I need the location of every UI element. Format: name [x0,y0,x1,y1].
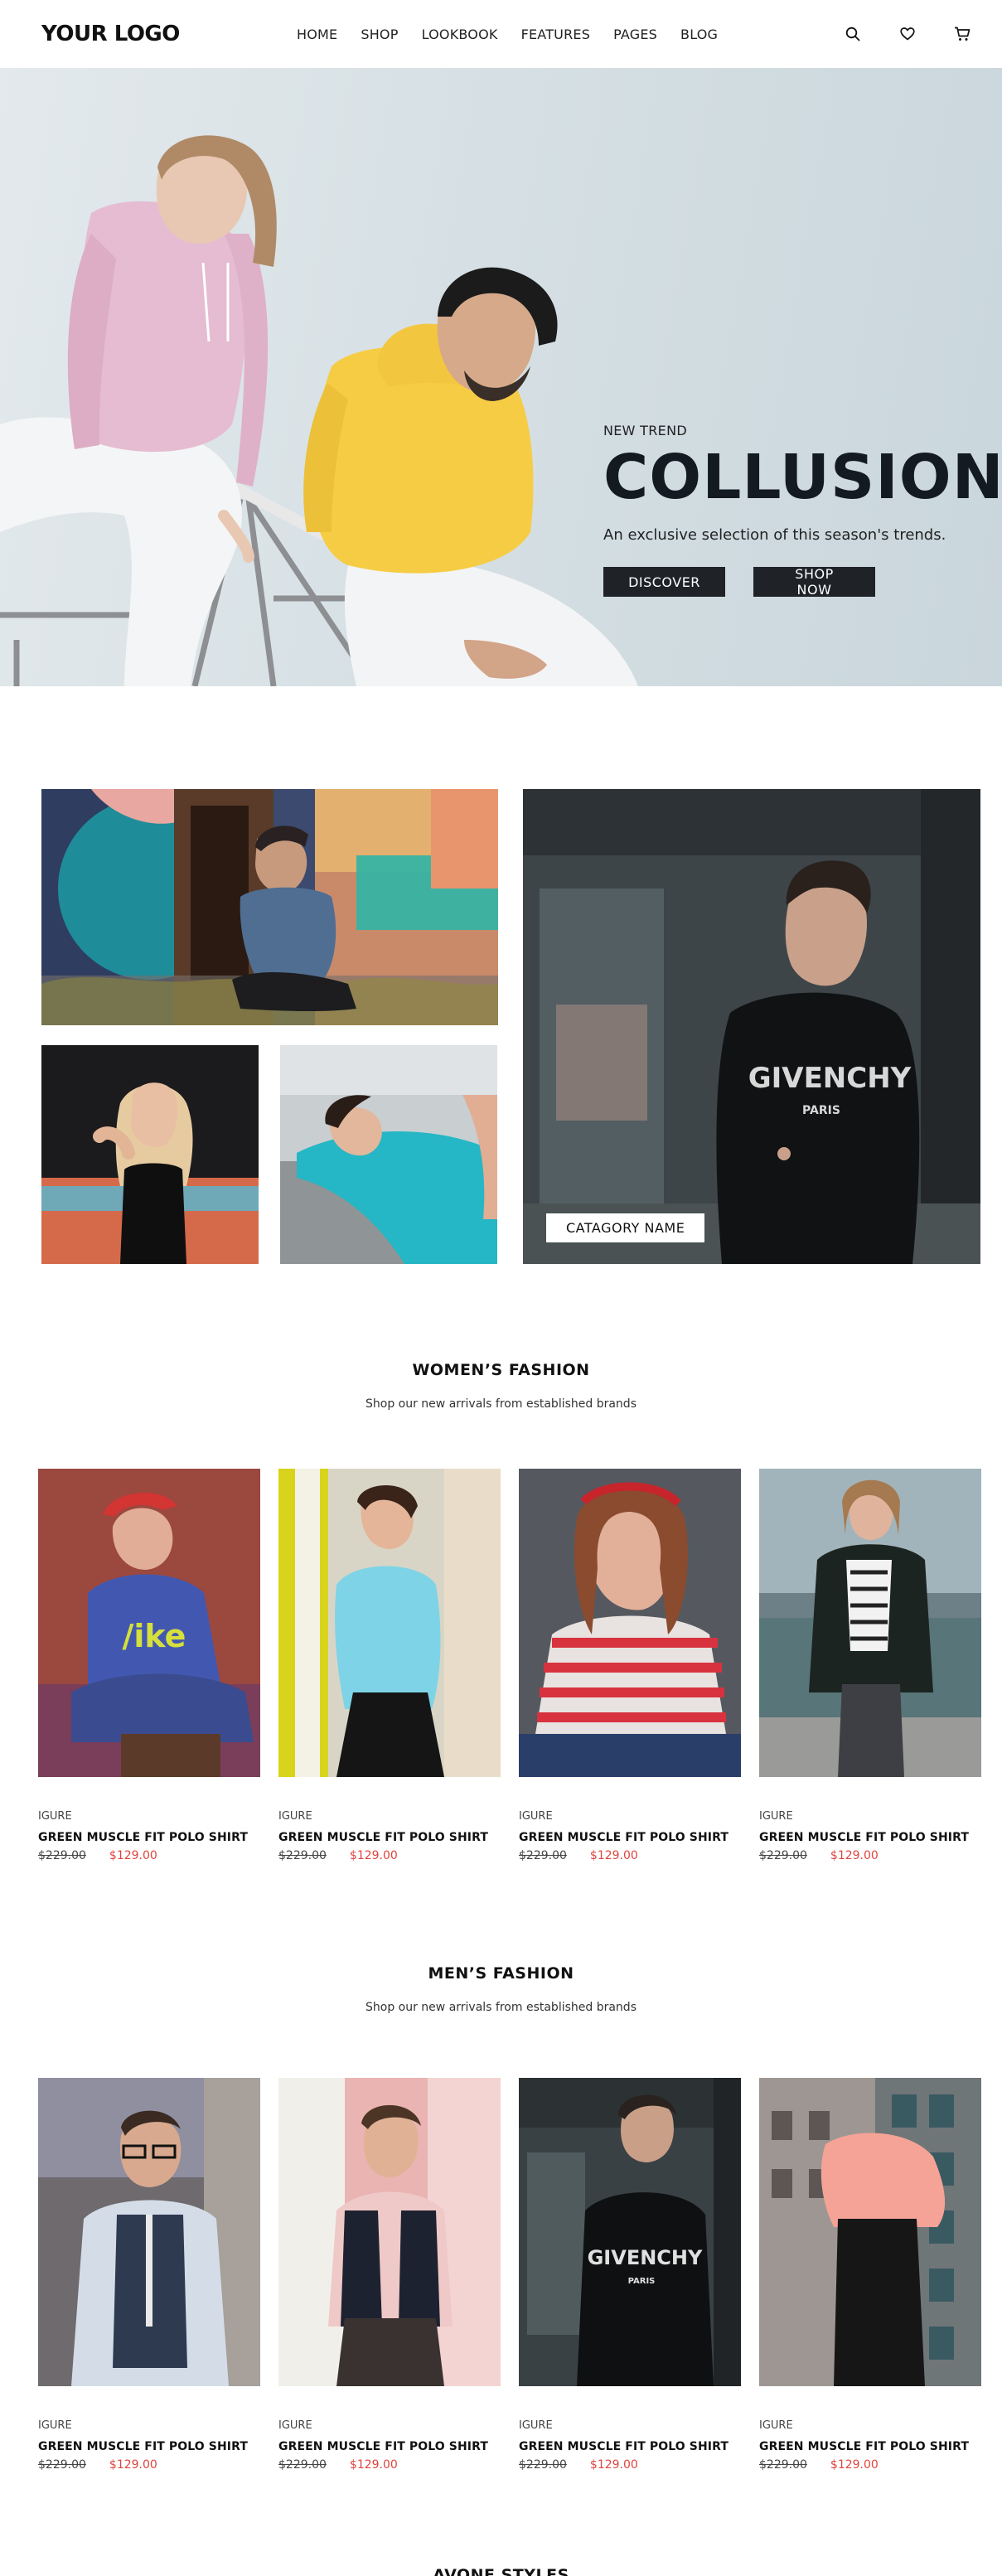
product-prices: $229.00 $129.00 [278,1849,501,1862]
product-price: $129.00 [109,2458,157,2472]
category-tile-featured[interactable]: GIVENCHY PARIS CATAGORY NAME [523,789,980,1264]
womens-section-subtitle: Shop our new arrivals from established b… [365,1397,637,1411]
product-price: $129.00 [589,1849,638,1862]
product-card: IGURE GREEN MUSCLE FIT POLO SHIRT $229.0… [519,1469,741,1862]
product-old-price: $229.00 [759,1849,807,1862]
cart-icon[interactable] [952,24,972,44]
product-brand: IGURE [38,2419,72,2432]
product-name[interactable]: GREEN MUSCLE FIT POLO SHIRT [278,1831,501,1844]
svg-text:/ike: /ike [123,1618,186,1654]
category-image: GIVENCHY PARIS [523,789,980,1264]
product-brand: IGURE [278,1810,312,1823]
nav-features[interactable]: FEATURES [521,27,590,42]
product-prices: $229.00 $129.00 [519,1849,741,1862]
product-old-price: $229.00 [519,2458,567,2472]
nav-pages[interactable]: PAGES [613,27,657,42]
product-brand: IGURE [759,1810,793,1823]
product-prices: $229.00 $129.00 [38,1849,260,1862]
product-old-price: $229.00 [759,2458,807,2472]
search-icon[interactable] [843,24,863,44]
product-prices: $229.00 $129.00 [759,2458,981,2472]
product-image[interactable] [278,1469,501,1777]
discover-button[interactable]: DISCOVER [603,567,725,597]
product-brand: IGURE [519,1810,553,1823]
logo[interactable]: YOUR LOGO [41,22,180,46]
category-image [41,1045,259,1264]
product-old-price: $229.00 [278,2458,327,2472]
product-name[interactable]: GREEN MUSCLE FIT POLO SHIRT [759,1831,981,1844]
svg-text:GIVENCHY: GIVENCHY [748,1062,912,1095]
hero-content: NEW TREND COLLUSION An exclusive selecti… [603,423,1002,598]
svg-text:GIVENCHY: GIVENCHY [588,2246,703,2269]
product-card: IGURE GREEN MUSCLE FIT POLO SHIRT $229.0… [278,2078,501,2472]
category-tile-teal[interactable] [280,1045,497,1264]
category-image [41,789,498,1025]
product-image[interactable] [759,1469,981,1777]
site-header: YOUR LOGO HOME SHOP LOOKBOOK FEATURES PA… [0,0,1002,68]
main-nav: HOME SHOP LOOKBOOK FEATURES PAGES BLOG [297,0,741,68]
svg-text:PARIS: PARIS [628,2277,656,2286]
product-prices: $229.00 $129.00 [278,2458,501,2472]
product-prices: $229.00 $129.00 [519,2458,741,2472]
product-image[interactable] [759,2078,981,2386]
product-brand: IGURE [759,2419,793,2432]
product-image[interactable]: /ike [38,1469,260,1777]
product-card: IGURE GREEN MUSCLE FIT POLO SHIRT $229.0… [759,2078,981,2472]
product-brand: IGURE [38,1810,72,1823]
category-tile-blonde[interactable] [41,1045,259,1264]
product-old-price: $229.00 [38,2458,86,2472]
category-tile-street[interactable] [41,789,498,1025]
product-prices: $229.00 $129.00 [38,2458,260,2472]
shop-now-button[interactable]: SHOP NOW [753,566,875,598]
product-name[interactable]: GREEN MUSCLE FIT POLO SHIRT [759,2440,981,2453]
product-name[interactable]: GREEN MUSCLE FIT POLO SHIRT [38,2440,260,2453]
product-card: IGURE GREEN MUSCLE FIT POLO SHIRT $229.0… [278,1469,501,1862]
product-name[interactable]: GREEN MUSCLE FIT POLO SHIRT [519,1831,741,1844]
product-price: $129.00 [589,2458,638,2472]
product-card: GIVENCHY PARIS IGURE GREEN MUSCLE FIT PO… [519,2078,741,2472]
product-card: IGURE GREEN MUSCLE FIT POLO SHIRT $229.0… [38,2078,260,2472]
product-card: IGURE GREEN MUSCLE FIT POLO SHIRT $229.0… [759,1469,981,1862]
product-brand: IGURE [278,2419,312,2432]
hero-banner: NEW TREND COLLUSION An exclusive selecti… [0,68,1002,686]
product-price: $129.00 [830,1849,879,1862]
product-image[interactable]: GIVENCHY PARIS [519,2078,741,2386]
svg-text:PARIS: PARIS [802,1104,840,1117]
nav-home[interactable]: HOME [297,27,337,42]
product-name[interactable]: GREEN MUSCLE FIT POLO SHIRT [38,1831,260,1844]
womens-section-title: WOMEN’S FASHION [412,1361,590,1379]
category-image [280,1045,497,1264]
product-card: /ike IGURE GREEN MUSCLE FIT POLO SHIRT $… [38,1469,260,1862]
product-old-price: $229.00 [519,1849,567,1862]
hero-buttons: DISCOVER SHOP NOW [603,566,1002,598]
product-image[interactable] [278,2078,501,2386]
product-old-price: $229.00 [278,1849,327,1862]
hero-title: COLLUSION [603,442,1002,513]
nav-lookbook[interactable]: LOOKBOOK [422,27,498,42]
category-name-label[interactable]: CATAGORY NAME [546,1213,705,1242]
product-image[interactable] [38,2078,260,2386]
product-name[interactable]: GREEN MUSCLE FIT POLO SHIRT [519,2440,741,2453]
product-price: $129.00 [349,2458,398,2472]
header-actions [843,0,972,68]
mens-section-title: MEN’S FASHION [428,1964,574,1983]
heart-icon[interactable] [898,24,917,44]
product-old-price: $229.00 [38,1849,86,1862]
product-image[interactable] [519,1469,741,1777]
nav-shop[interactable]: SHOP [361,27,398,42]
product-prices: $229.00 $129.00 [759,1849,981,1862]
product-price: $129.00 [830,2458,879,2472]
product-brand: IGURE [519,2419,553,2432]
hero-subtitle: An exclusive selection of this season's … [603,526,946,544]
nav-blog[interactable]: BLOG [680,27,718,42]
product-name[interactable]: GREEN MUSCLE FIT POLO SHIRT [278,2440,501,2453]
product-price: $129.00 [109,1849,157,1862]
styles-section-title: AVONE STYLES [433,2566,569,2576]
hero-kicker: NEW TREND [603,423,687,438]
product-price: $129.00 [349,1849,398,1862]
mens-section-subtitle: Shop our new arrivals from established b… [365,2001,637,2014]
